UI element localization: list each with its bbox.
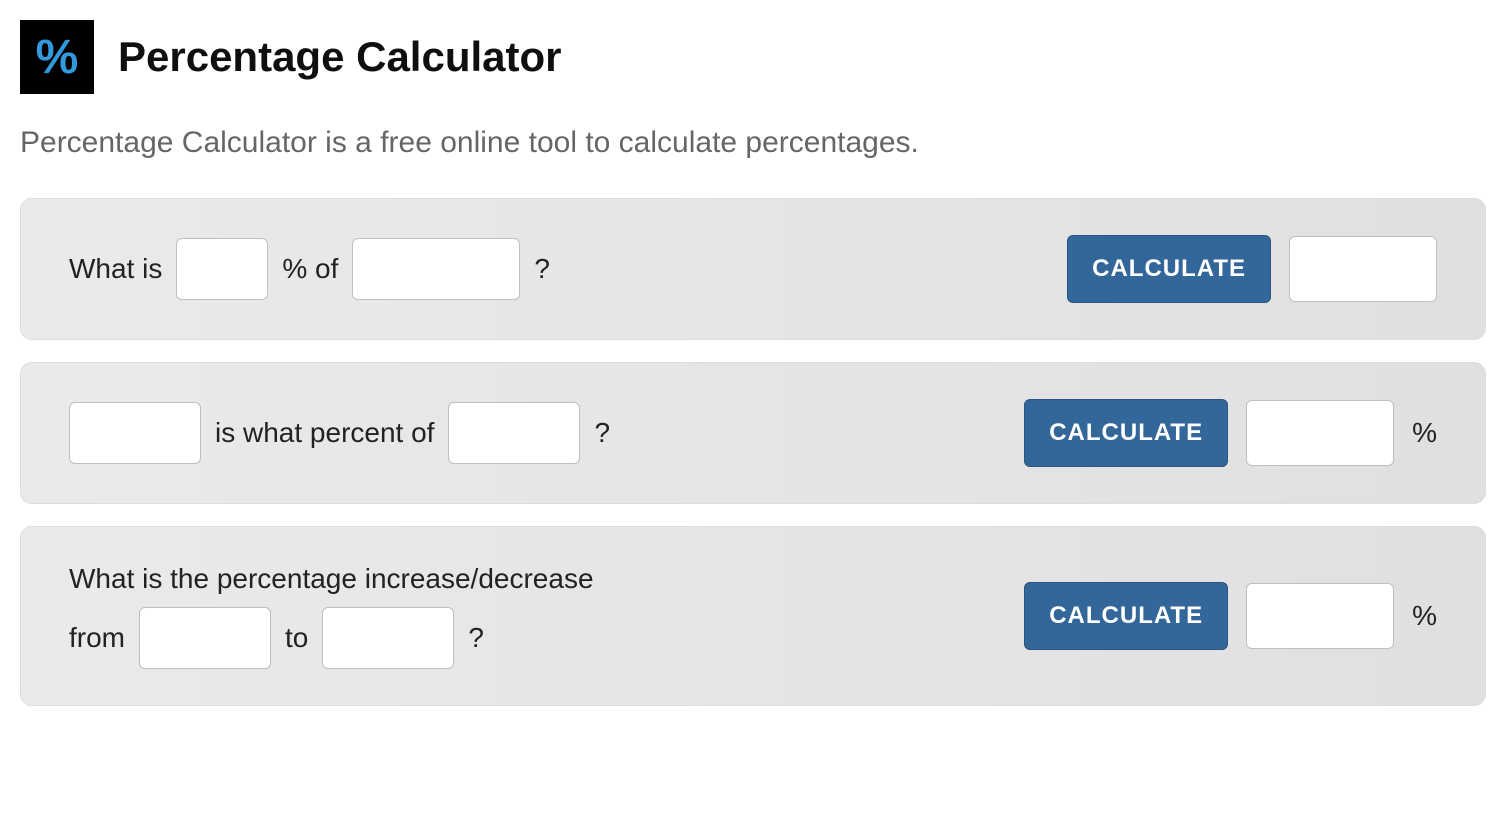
percent-of-input-number[interactable] [352,238,520,300]
calc-percent-of-actions: CALCULATE [1067,235,1437,303]
page-title: Percentage Calculator [118,33,562,81]
increase-decrease-result[interactable] [1246,583,1394,649]
is-what-percent-input-b[interactable] [448,402,580,464]
calc-increase-decrease-inputs: What is the percentage increase/decrease… [69,563,984,669]
calculate-button[interactable]: CALCULATE [1067,235,1271,303]
calculate-button[interactable]: CALCULATE [1024,582,1228,650]
calc-percent-of: What is % of ? CALCULATE [20,198,1486,340]
label-percent-suffix: % [1412,417,1437,449]
label-is-what-percent-of: is what percent of [215,417,434,449]
increase-decrease-input-to[interactable] [322,607,454,669]
calc-increase-decrease-actions: CALCULATE % [1024,582,1437,650]
page-description: Percentage Calculator is a free online t… [20,126,1486,160]
label-what-is: What is [69,253,162,285]
calc-is-what-percent-inputs: is what percent of ? [69,402,984,464]
label-question-mark: ? [534,253,550,285]
percent-of-input-percent[interactable] [176,238,268,300]
calc-percent-of-inputs: What is % of ? [69,238,1027,300]
calc-is-what-percent-actions: CALCULATE % [1024,399,1437,467]
is-what-percent-input-a[interactable] [69,402,201,464]
calc-is-what-percent: is what percent of ? CALCULATE % [20,362,1486,504]
percent-logo-icon: % [20,20,94,94]
increase-decrease-input-from[interactable] [139,607,271,669]
calc-increase-decrease-line: from to ? [69,607,484,669]
label-to: to [285,622,308,654]
label-percent-suffix: % [1412,600,1437,632]
label-question-mark: ? [594,417,610,449]
percent-of-result[interactable] [1289,236,1437,302]
logo-symbol: % [36,30,79,85]
calculate-button[interactable]: CALCULATE [1024,399,1228,467]
is-what-percent-result[interactable] [1246,400,1394,466]
label-percent-of: % of [282,253,338,285]
label-increase-decrease-heading: What is the percentage increase/decrease [69,563,594,595]
label-from: from [69,622,125,654]
calc-increase-decrease: What is the percentage increase/decrease… [20,526,1486,706]
label-question-mark: ? [468,622,484,654]
page-header: % Percentage Calculator [20,20,1486,94]
